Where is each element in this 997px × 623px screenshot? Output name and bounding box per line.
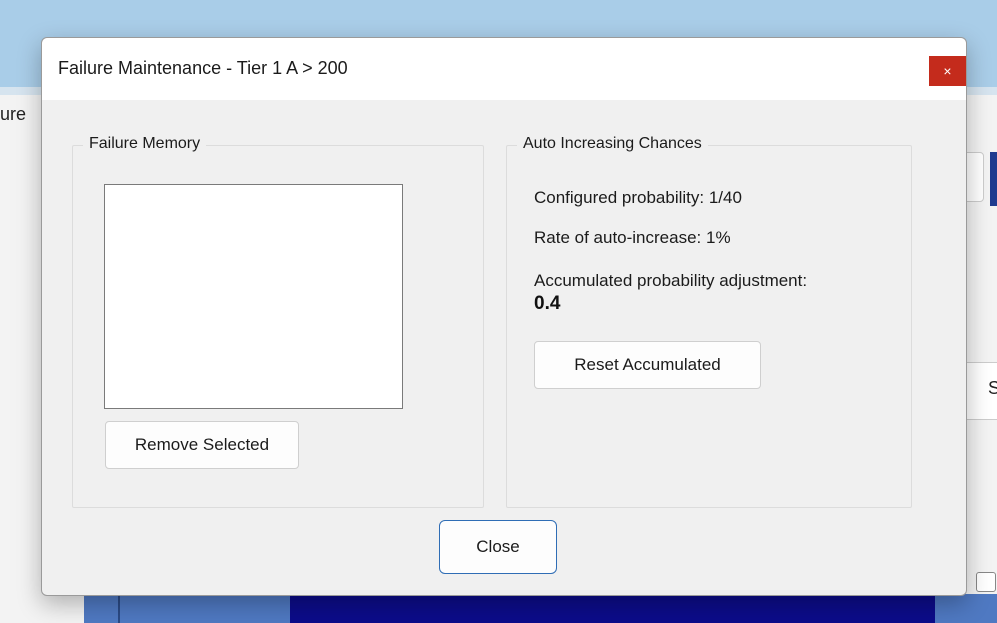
accumulated-adjustment-value: 0.4 <box>534 293 561 314</box>
auto-increasing-chances-group: Auto Increasing Chances Configured proba… <box>506 135 912 508</box>
dialog-titlebar[interactable]: Failure Maintenance - Tier 1 A > 200 × <box>42 38 966 100</box>
dialog-title: Failure Maintenance - Tier 1 A > 200 <box>58 58 348 78</box>
reset-accumulated-button[interactable]: Reset Accumulated <box>534 341 761 389</box>
background-partial-label: ure <box>0 104 27 124</box>
background-checkbox <box>976 572 996 592</box>
background-partial-letter: S <box>988 378 997 398</box>
failure-maintenance-dialog: Failure Maintenance - Tier 1 A > 200 × F… <box>41 37 967 596</box>
configured-probability-label: Configured probability: 1/40 <box>534 188 742 207</box>
background-divider <box>118 594 120 623</box>
auto-increasing-legend: Auto Increasing Chances <box>517 135 708 153</box>
failure-memory-group: Failure Memory Remove Selected <box>72 135 484 508</box>
background-edge-block <box>990 152 997 206</box>
close-icon[interactable]: × <box>929 56 966 86</box>
failure-memory-listbox[interactable] <box>104 184 403 409</box>
background-bottom-panel <box>84 594 290 623</box>
accumulated-adjustment-label: Accumulated probability adjustment: <box>534 271 808 290</box>
close-button[interactable]: Close <box>439 520 557 574</box>
rate-of-auto-increase-label: Rate of auto-increase: 1% <box>534 228 731 247</box>
remove-selected-button[interactable]: Remove Selected <box>105 421 299 469</box>
background-navy-panel <box>290 594 935 623</box>
failure-memory-legend: Failure Memory <box>83 135 207 153</box>
background-bottom-panel-right <box>935 594 997 623</box>
